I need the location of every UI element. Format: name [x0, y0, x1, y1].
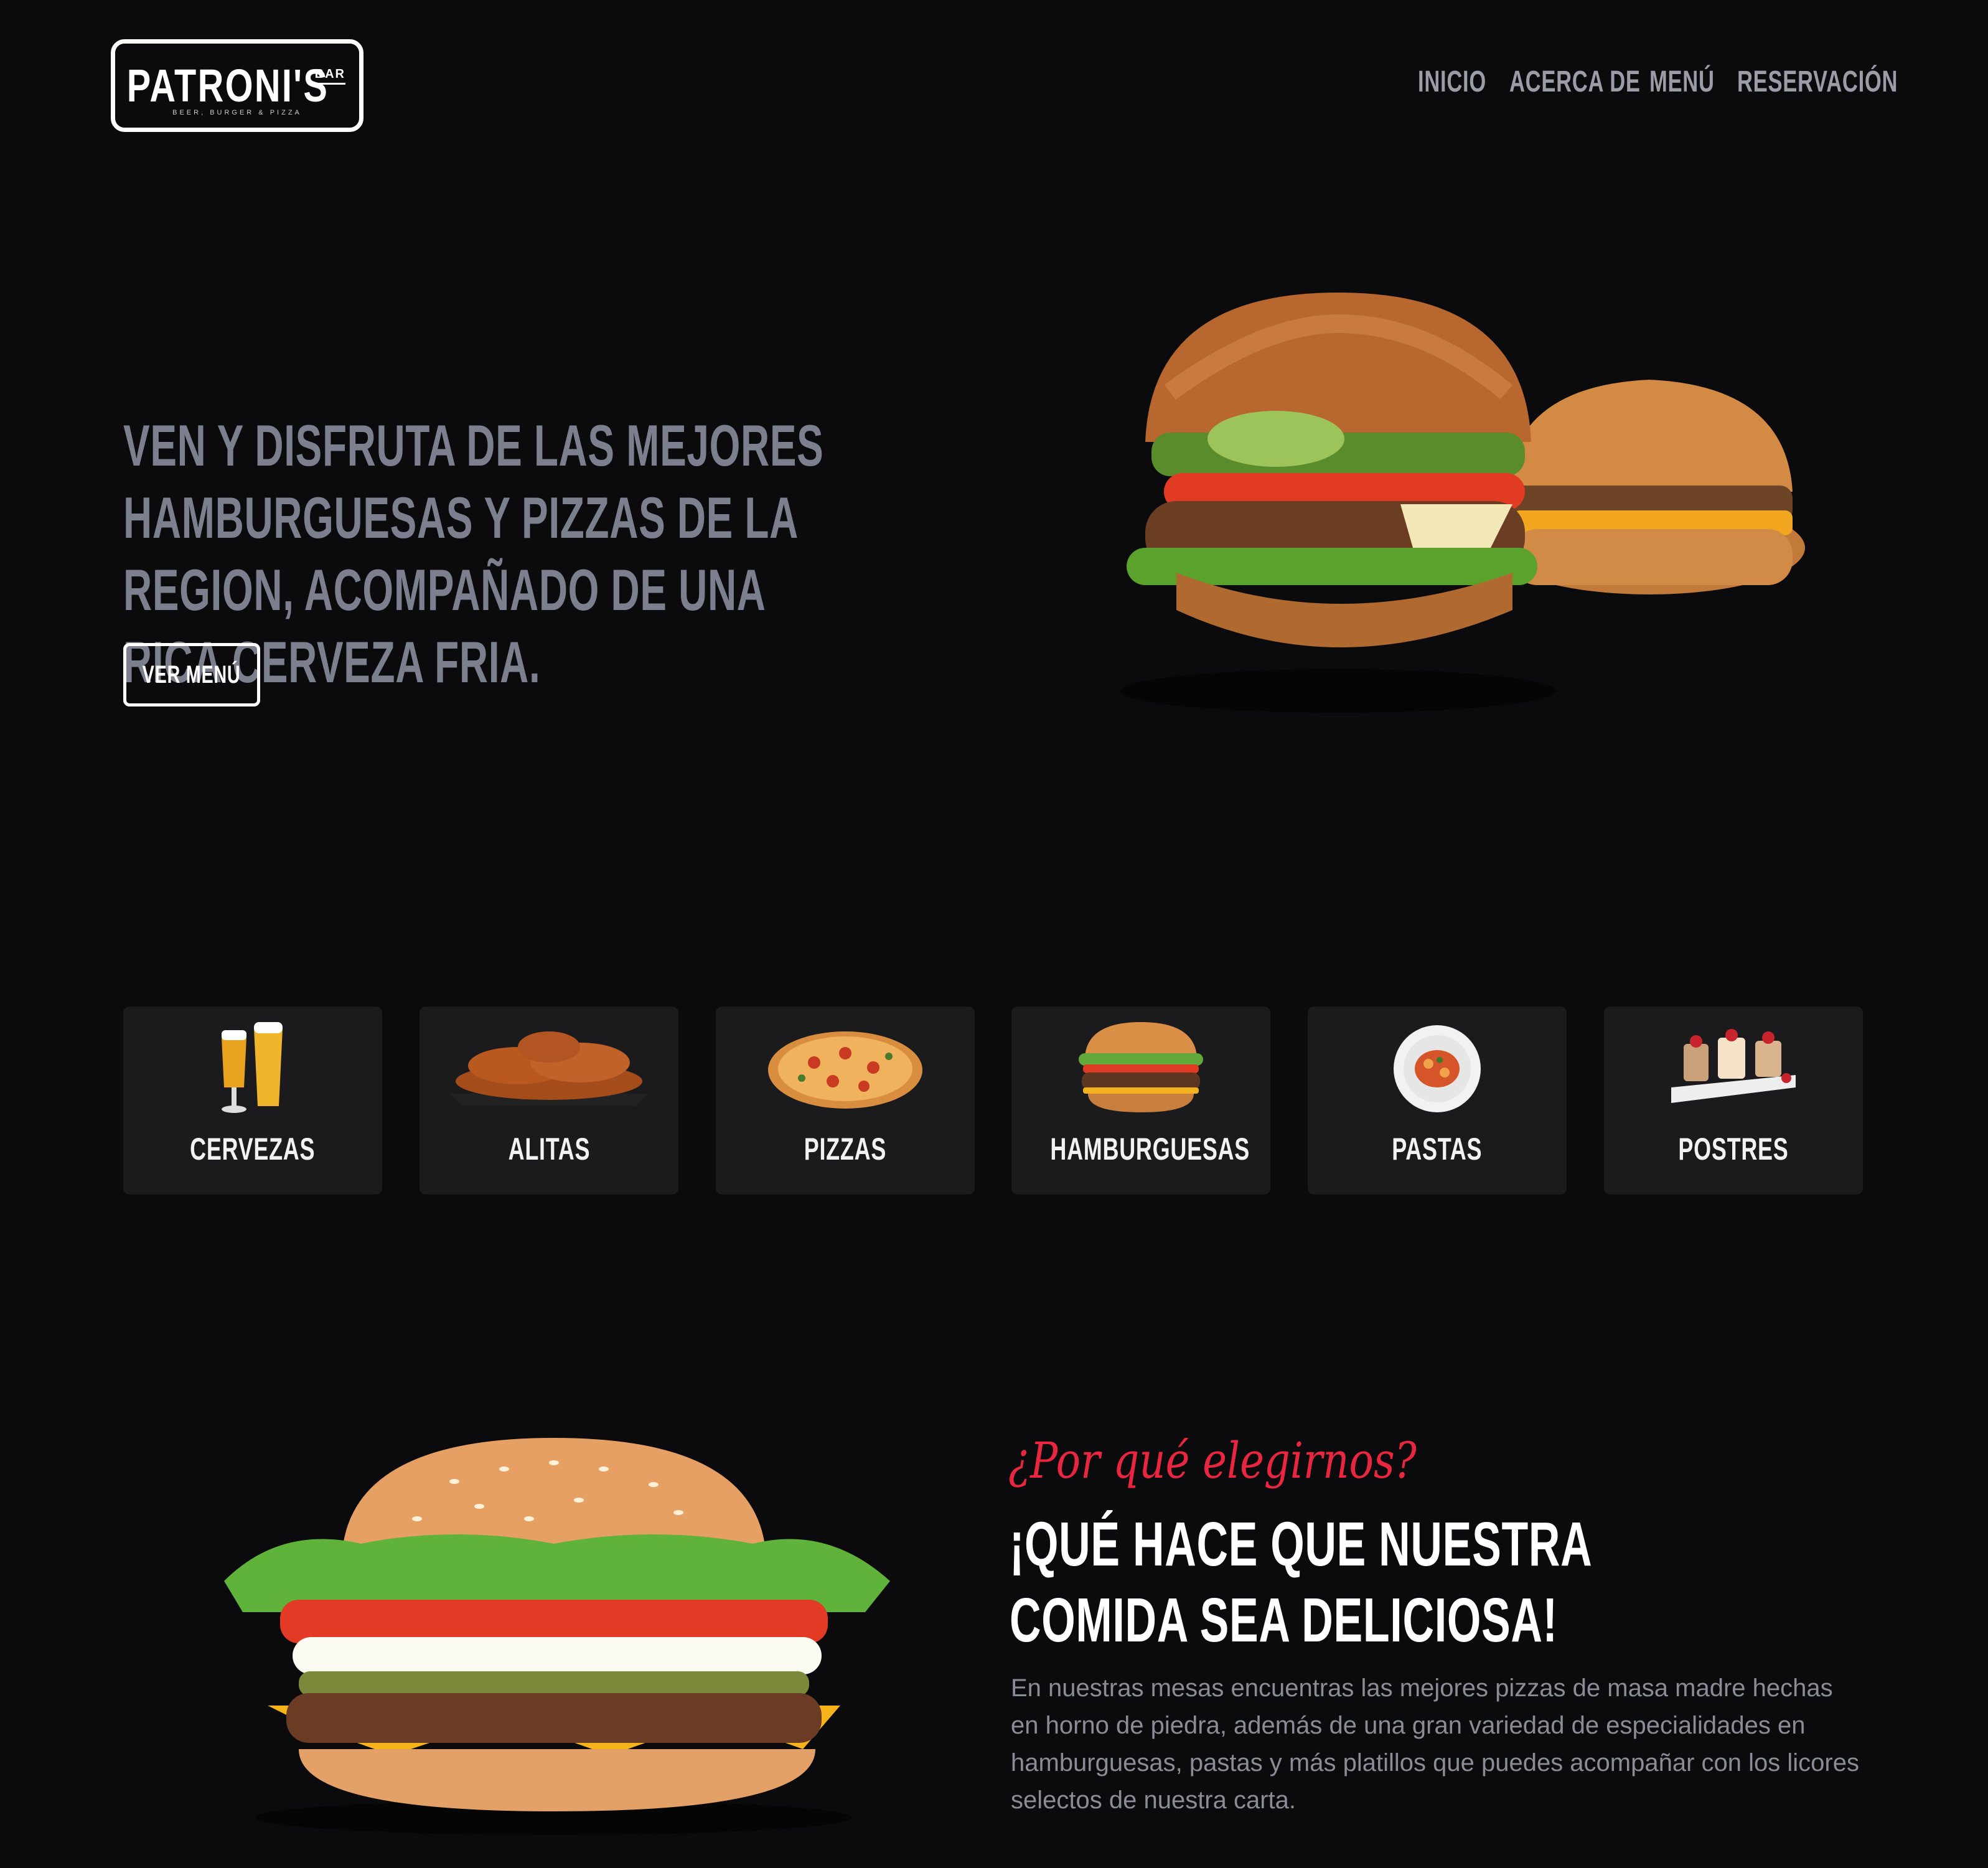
brand-logo[interactable]: PATRONI'S BAR BEER, BURGER & PIZZA	[111, 39, 363, 132]
pizza-icon	[768, 1031, 922, 1109]
category-card-postres[interactable]: POSTRES	[1604, 1007, 1863, 1194]
category-label: CERVEZAS	[190, 1132, 316, 1166]
category-label: PIZZAS	[804, 1132, 887, 1166]
beer-glasses-icon	[222, 1022, 283, 1113]
category-label: HAMBURGUESAS	[1050, 1132, 1250, 1166]
nav-item-inicio[interactable]: INICIO	[1418, 65, 1486, 99]
category-card-pizzas[interactable]: PIZZAS	[716, 1007, 975, 1194]
category-card-hamburguesas[interactable]: HAMBURGUESAS	[1011, 1007, 1270, 1194]
hamburger-icon	[1079, 1022, 1203, 1112]
about-title: ¡QUÉ HACE QUE NUESTRA COMIDA SEA DELICIO…	[1010, 1509, 1591, 1655]
brand-badge: BAR	[314, 67, 345, 85]
category-label: ALITAS	[508, 1132, 590, 1166]
brand-name: PATRONI'S	[126, 60, 329, 111]
category-label: PASTAS	[1392, 1132, 1483, 1166]
nav-item-menu[interactable]: MENÚ	[1649, 65, 1715, 99]
about-burger-image	[224, 1438, 890, 1835]
view-menu-button[interactable]: VER MENÚ	[123, 643, 260, 706]
hero-burgers-image	[1120, 293, 1805, 713]
about-body: En nuestras mesas encuentras las mejores…	[1011, 1674, 1859, 1814]
category-label: POSTRES	[1678, 1132, 1789, 1166]
view-menu-button-label: VER MENÚ	[143, 660, 241, 688]
category-card-cervezas[interactable]: CERVEZAS	[123, 1007, 382, 1194]
chicken-wings-icon	[449, 1031, 649, 1106]
brand-tagline: BEER, BURGER & PIZZA	[172, 109, 302, 116]
about-kicker: ¿Por qué elegirnos?	[1008, 1432, 1417, 1490]
category-card-alitas[interactable]: ALITAS	[420, 1007, 678, 1194]
pasta-plate-icon	[1394, 1025, 1481, 1112]
category-card-pastas[interactable]: PASTAS	[1308, 1007, 1567, 1194]
nav-item-acerca-de[interactable]: ACERCA DE	[1509, 65, 1641, 99]
dessert-icon	[1671, 1029, 1796, 1103]
nav-item-reservacion[interactable]: RESERVACIÓN	[1737, 65, 1898, 99]
